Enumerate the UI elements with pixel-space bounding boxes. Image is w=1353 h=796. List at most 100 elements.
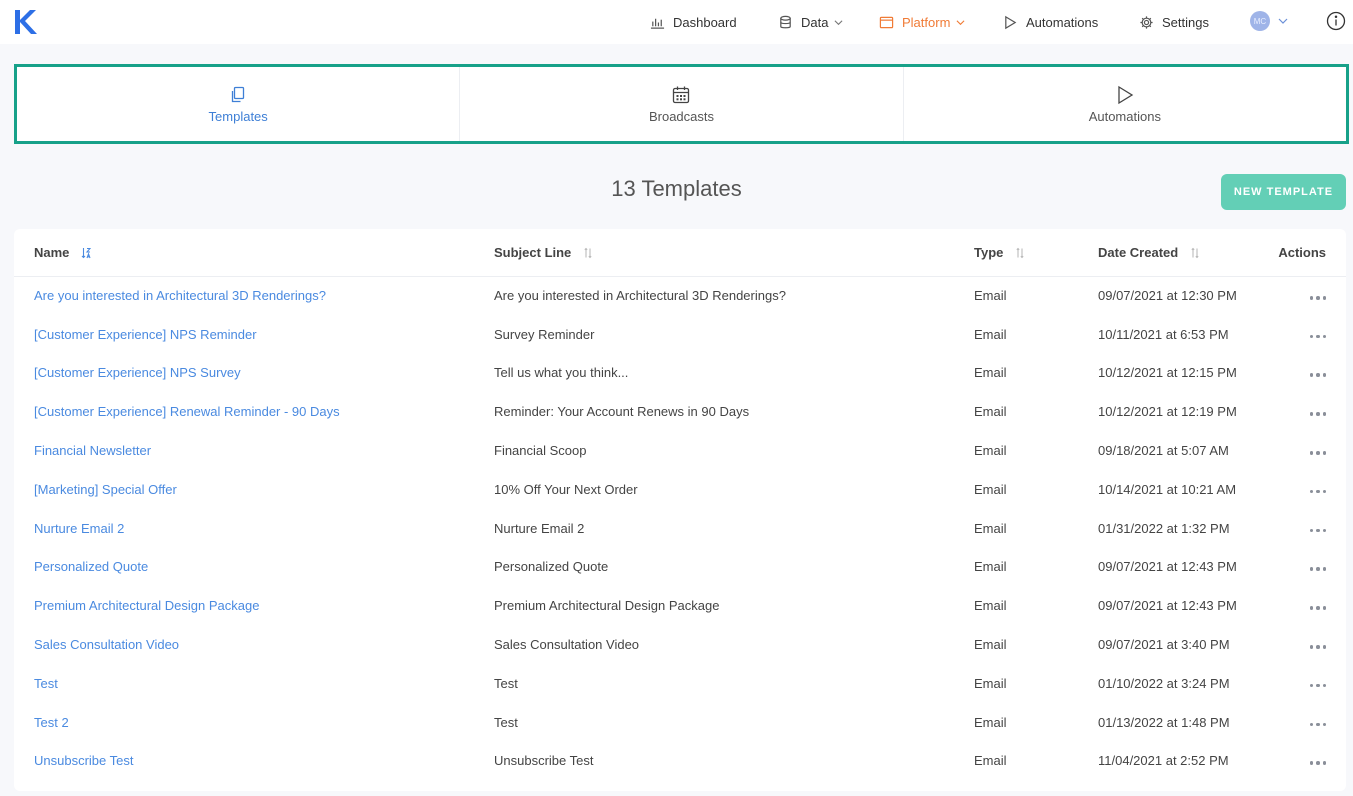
table-row: Test Test Email 01/10/2022 at 3:24 PM <box>14 664 1346 703</box>
template-name-link[interactable]: Personalized Quote <box>14 548 494 587</box>
type-cell: Email <box>974 753 1007 769</box>
more-actions-icon[interactable] <box>1309 369 1326 381</box>
actions-cell <box>1260 703 1346 742</box>
date-created-cell: 10/12/2021 at 12:15 PM <box>1098 365 1237 381</box>
nav-settings-label: Settings <box>1162 14 1209 30</box>
more-actions-icon[interactable] <box>1309 408 1326 420</box>
subject-line-cell: Nurture Email 2 <box>494 520 585 536</box>
nav-automations-label: Automations <box>1026 14 1099 30</box>
new-template-button[interactable]: NEW TEMPLATE <box>1221 174 1346 210</box>
subject-line-cell: Financial Scoop <box>494 443 587 459</box>
nav-dashboard[interactable]: Dashboard <box>650 12 737 32</box>
type-cell: Email <box>974 404 1007 420</box>
chevron-down-icon[interactable] <box>1278 16 1288 26</box>
template-name-link[interactable]: [Customer Experience] NPS Reminder <box>14 315 494 354</box>
bar-chart-icon <box>650 18 665 29</box>
date-created-cell: 09/07/2021 at 3:40 PM <box>1098 637 1230 653</box>
table-row: Unsubscribe Test Unsubscribe Test Email 11/… <box>14 742 1346 781</box>
table-row: [Customer Experience] Renewal Reminder -… <box>14 392 1346 431</box>
more-actions-icon[interactable] <box>1309 719 1326 731</box>
actions-cell <box>1260 625 1346 664</box>
date-created-cell: 09/18/2021 at 5:07 AM <box>1098 443 1229 459</box>
template-name-link[interactable]: [Marketing] Special Offer <box>14 470 494 509</box>
type-cell: Email <box>974 559 1007 575</box>
date-created-cell: 11/04/2021 at 2:52 PM <box>1098 753 1229 769</box>
more-actions-icon[interactable] <box>1309 486 1326 498</box>
actions-cell <box>1260 664 1346 703</box>
more-actions-icon[interactable] <box>1309 563 1326 575</box>
table-row: Nurture Email 2 Nurture Email 2 Email 01/31… <box>14 509 1346 548</box>
more-actions-icon[interactable] <box>1309 447 1326 459</box>
info-icon[interactable] <box>1326 11 1346 31</box>
type-cell: Email <box>974 598 1007 614</box>
type-cell: Email <box>974 481 1007 497</box>
play-icon <box>1118 85 1134 104</box>
user-avatar[interactable]: MC <box>1250 11 1270 31</box>
date-created-cell: 09/07/2021 at 12:30 PM <box>1098 288 1237 304</box>
table-row: Personalized Quote Personalized Quote Emai… <box>14 548 1346 587</box>
type-cell: Email <box>974 443 1007 459</box>
template-name-link[interactable]: Nurture Email 2 <box>14 509 494 548</box>
actions-cell <box>1260 276 1346 315</box>
more-actions-icon[interactable] <box>1309 602 1326 614</box>
table-row: [Customer Experience] NPS Reminder Survey… <box>14 315 1346 354</box>
play-icon <box>1005 15 1017 29</box>
column-header-type-label: Type <box>974 244 1004 260</box>
sort-icon[interactable] <box>1190 247 1200 259</box>
actions-cell <box>1260 742 1346 781</box>
template-name-link[interactable]: Sales Consultation Video <box>14 625 494 664</box>
tab-broadcasts[interactable]: Broadcasts <box>460 67 904 141</box>
sort-icon[interactable] <box>583 247 593 259</box>
column-header-subject[interactable]: Subject Line <box>494 229 974 277</box>
subject-line-cell: Sales Consultation Video <box>494 637 640 653</box>
sort-icon[interactable] <box>1015 247 1025 259</box>
type-cell: Email <box>974 520 1007 536</box>
nav-automations[interactable]: Automations <box>1003 12 1098 32</box>
app-logo[interactable] <box>12 8 38 36</box>
more-actions-icon[interactable] <box>1309 680 1326 692</box>
column-header-name[interactable]: Name <box>14 229 494 277</box>
more-actions-icon[interactable] <box>1309 757 1326 769</box>
template-name-link[interactable]: Unsubscribe Test <box>14 742 494 781</box>
table-row: Sales Consultation Video Sales Consultati… <box>14 625 1346 664</box>
tab-broadcasts-label: Broadcasts <box>648 108 715 124</box>
nav-data[interactable]: Data <box>778 12 843 32</box>
column-header-name-label: Name <box>34 244 70 260</box>
nav-data-label: Data <box>801 14 829 30</box>
type-cell: Email <box>974 326 1007 342</box>
template-name-link[interactable]: Financial Newsletter <box>14 431 494 470</box>
template-name-link[interactable]: [Customer Experience] Renewal Reminder -… <box>14 392 494 431</box>
more-actions-icon[interactable] <box>1309 292 1326 304</box>
table-row: [Marketing] Special Offer 10% Off Your Ne… <box>14 470 1346 509</box>
sort-az-icon[interactable] <box>81 247 92 259</box>
chevron-down-icon <box>956 19 965 25</box>
table-row: Financial Newsletter Financial Scoop Email… <box>14 431 1346 470</box>
template-name-link[interactable]: Premium Architectural Design Package <box>14 586 494 625</box>
subject-line-cell: Unsubscribe Test <box>494 753 594 769</box>
actions-cell <box>1260 586 1346 625</box>
subject-line-cell: Test <box>494 714 518 730</box>
page-title: 13 Templates <box>611 176 742 201</box>
tab-automations[interactable]: Automations <box>904 67 1346 141</box>
template-name-link[interactable]: Test <box>14 664 494 703</box>
column-header-subject-label: Subject Line <box>494 244 572 260</box>
nav-platform[interactable]: Platform <box>879 12 965 32</box>
actions-cell <box>1260 392 1346 431</box>
nav-settings[interactable]: Settings <box>1139 12 1209 32</box>
date-created-cell: 01/31/2022 at 1:32 PM <box>1098 520 1230 536</box>
tab-templates[interactable]: Templates <box>17 67 461 141</box>
more-actions-icon[interactable] <box>1309 525 1326 537</box>
template-name-link[interactable]: [Customer Experience] NPS Survey <box>14 354 494 393</box>
table-row: Premium Architectural Design Package Prem… <box>14 586 1346 625</box>
more-actions-icon[interactable] <box>1309 641 1326 653</box>
template-name-link[interactable]: Are you interested in Architectural 3D R… <box>14 276 494 315</box>
date-created-cell: 09/07/2021 at 12:43 PM <box>1098 598 1237 614</box>
subject-line-cell: Tell us what you think... <box>494 365 629 381</box>
column-header-type[interactable]: Type <box>974 229 1098 277</box>
column-header-date[interactable]: Date Created <box>1098 229 1260 277</box>
template-name-link[interactable]: Test 2 <box>14 703 494 742</box>
nav-platform-label: Platform <box>902 14 951 30</box>
tab-automations-label: Automations <box>1088 108 1161 124</box>
subject-line-cell: Test <box>494 675 518 691</box>
more-actions-icon[interactable] <box>1309 331 1326 343</box>
